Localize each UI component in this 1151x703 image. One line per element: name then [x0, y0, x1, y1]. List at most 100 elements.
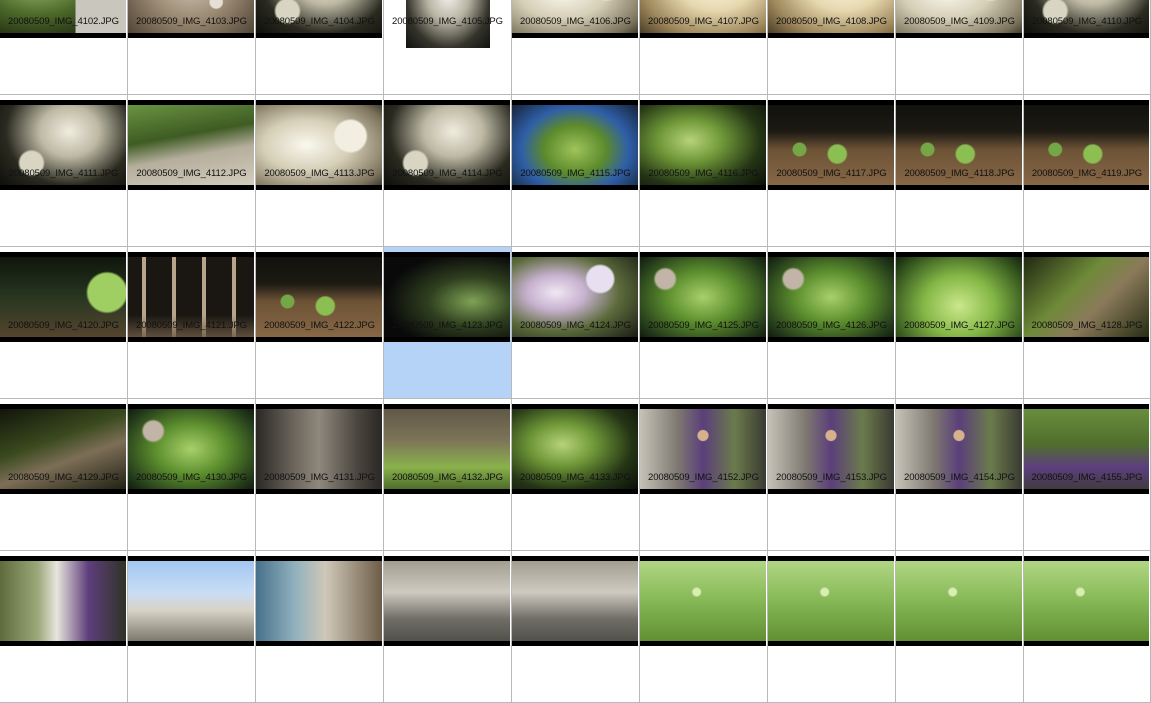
thumbnail-cell[interactable]: 20080509_IMG_4115.JPG — [512, 95, 640, 247]
file-name-label: 20080509_IMG_4123.JPG — [392, 320, 503, 331]
photo-thumbnail[interactable] — [1024, 556, 1149, 646]
thumbnail-cell[interactable]: 20080509_IMG_4113.JPG — [256, 95, 384, 247]
letterbox-band — [128, 556, 254, 561]
letterbox-band — [0, 100, 126, 105]
letterbox-band — [896, 100, 1022, 105]
thumbnail-cell[interactable]: 20080509_IMG_4120.JPG — [0, 247, 128, 399]
letterbox-band — [1024, 404, 1149, 409]
thumbnail-cell[interactable]: 20080509_IMG_4122.JPG — [256, 247, 384, 399]
photo-thumbnail[interactable] — [0, 556, 126, 646]
thumbnail-cell[interactable]: 20080509_IMG_4109.JPG — [896, 0, 1024, 95]
photo-thumbnail[interactable] — [256, 556, 382, 646]
thumbnail-cell[interactable]: 20080509_IMG_4133.JPG — [512, 399, 640, 551]
thumbnail-cell[interactable]: 20080509_IMG_4105.JPG — [384, 0, 512, 95]
thumbnail-cell[interactable] — [0, 551, 128, 703]
file-name-label: 20080509_IMG_4122.JPG — [264, 320, 375, 331]
thumbnail-cell[interactable]: 20080509_IMG_4152.JPG — [640, 399, 768, 551]
file-name-label: 20080509_IMG_4115.JPG — [520, 168, 631, 179]
letterbox-band — [768, 404, 894, 409]
thumbnail-cell[interactable]: 20080509_IMG_4102.JPG — [0, 0, 128, 95]
thumbnail-cell[interactable]: 20080509_IMG_4119.JPG — [1024, 95, 1151, 247]
thumbnail-cell[interactable] — [128, 551, 256, 703]
letterbox-band — [896, 556, 1022, 561]
letterbox-band — [896, 489, 1022, 494]
photo-image — [0, 556, 126, 646]
letterbox-band — [1024, 337, 1149, 342]
file-name-label: 20080509_IMG_4155.JPG — [1031, 472, 1143, 483]
letterbox-band — [640, 337, 766, 342]
photo-thumbnail[interactable] — [640, 556, 766, 646]
letterbox-band — [896, 185, 1022, 190]
thumbnail-cell[interactable]: 20080509_IMG_4118.JPG — [896, 95, 1024, 247]
thumbnail-cell[interactable] — [1024, 551, 1151, 703]
letterbox-band — [512, 404, 638, 409]
thumbnail-cell[interactable]: 20080509_IMG_4121.JPG — [128, 247, 256, 399]
thumbnail-cell[interactable]: 20080509_IMG_4125.JPG — [640, 247, 768, 399]
file-name-label: 20080509_IMG_4109.JPG — [904, 16, 1015, 27]
thumbnail-cell[interactable]: 20080509_IMG_4111.JPG — [0, 95, 128, 247]
letterbox-band — [768, 641, 894, 646]
thumbnail-cell[interactable]: 20080509_IMG_4132.JPG — [384, 399, 512, 551]
photo-thumbnail[interactable] — [768, 556, 894, 646]
thumbnail-cell[interactable]: 20080509_IMG_4104.JPG — [256, 0, 384, 95]
file-name-label: 20080509_IMG_4152.JPG — [648, 472, 759, 483]
thumbnail-cell[interactable]: 20080509_IMG_4130.JPG — [128, 399, 256, 551]
letterbox-band — [1024, 489, 1149, 494]
letterbox-band — [384, 100, 510, 105]
letterbox-band — [128, 252, 254, 257]
thumbnail-cell[interactable]: 20080509_IMG_4103.JPG — [128, 0, 256, 95]
thumbnail-cell[interactable] — [896, 551, 1024, 703]
thumbnail-cell[interactable]: 20080509_IMG_4128.JPG — [1024, 247, 1151, 399]
thumbnail-cell[interactable]: 20080509_IMG_4127.JPG — [896, 247, 1024, 399]
letterbox-band — [0, 404, 126, 409]
thumbnail-cell[interactable]: 20080509_IMG_4114.JPG — [384, 95, 512, 247]
photo-thumbnail[interactable] — [384, 556, 510, 646]
file-name-label: 20080509_IMG_4106.JPG — [520, 16, 631, 27]
letterbox-band — [256, 33, 382, 38]
thumbnail-cell[interactable] — [256, 551, 384, 703]
letterbox-band — [896, 641, 1022, 646]
letterbox-band — [512, 489, 638, 494]
thumbnail-cell[interactable]: 20080509_IMG_4106.JPG — [512, 0, 640, 95]
photo-detail — [640, 556, 766, 646]
thumbnail-cell[interactable]: 20080509_IMG_4117.JPG — [768, 95, 896, 247]
letterbox-band — [256, 404, 382, 409]
file-name-label: 20080509_IMG_4102.JPG — [8, 16, 119, 27]
letterbox-band — [128, 489, 254, 494]
photo-image — [384, 556, 510, 646]
letterbox-band — [256, 252, 382, 257]
thumbnail-cell[interactable]: 20080509_IMG_4131.JPG — [256, 399, 384, 551]
thumbnail-cell[interactable]: 20080509_IMG_4154.JPG — [896, 399, 1024, 551]
letterbox-band — [384, 252, 510, 257]
thumbnail-cell[interactable]: 20080509_IMG_4129.JPG — [0, 399, 128, 551]
thumbnail-cell[interactable]: 20080509_IMG_4110.JPG — [1024, 0, 1151, 95]
thumbnail-cell[interactable] — [384, 551, 512, 703]
file-name-label: 20080509_IMG_4111.JPG — [8, 168, 119, 179]
file-name-label: 20080509_IMG_4105.JPG — [392, 16, 503, 27]
letterbox-band — [896, 404, 1022, 409]
thumbnail-cell[interactable]: 20080509_IMG_4153.JPG — [768, 399, 896, 551]
letterbox-band — [512, 641, 638, 646]
thumbnail-cell[interactable] — [640, 551, 768, 703]
photo-thumbnail[interactable] — [512, 556, 638, 646]
thumbnail-cell[interactable]: 20080509_IMG_4123.JPG — [384, 247, 512, 399]
letterbox-band — [256, 556, 382, 561]
letterbox-band — [640, 252, 766, 257]
file-name-label: 20080509_IMG_4129.JPG — [8, 472, 119, 483]
thumbnail-cell[interactable]: 20080509_IMG_4124.JPG — [512, 247, 640, 399]
thumbnail-cell[interactable] — [512, 551, 640, 703]
thumbnail-cell[interactable]: 20080509_IMG_4116.JPG — [640, 95, 768, 247]
letterbox-band — [0, 641, 126, 646]
thumbnail-cell[interactable]: 20080509_IMG_4112.JPG — [128, 95, 256, 247]
photo-thumbnail[interactable] — [896, 556, 1022, 646]
thumbnail-cell[interactable]: 20080509_IMG_4155.JPG — [1024, 399, 1151, 551]
thumbnail-grid: 20080509_IMG_4102.JPG 20080509_IMG_4103.J… — [0, 0, 1151, 703]
thumbnail-cell[interactable]: 20080509_IMG_4107.JPG — [640, 0, 768, 95]
thumbnail-cell[interactable]: 20080509_IMG_4126.JPG — [768, 247, 896, 399]
thumbnail-cell[interactable]: 20080509_IMG_4108.JPG — [768, 0, 896, 95]
file-name-label: 20080509_IMG_4104.JPG — [264, 16, 375, 27]
thumbnail-cell[interactable] — [768, 551, 896, 703]
file-name-label: 20080509_IMG_4128.JPG — [1031, 320, 1143, 331]
letterbox-band — [256, 100, 382, 105]
photo-thumbnail[interactable] — [128, 556, 254, 646]
